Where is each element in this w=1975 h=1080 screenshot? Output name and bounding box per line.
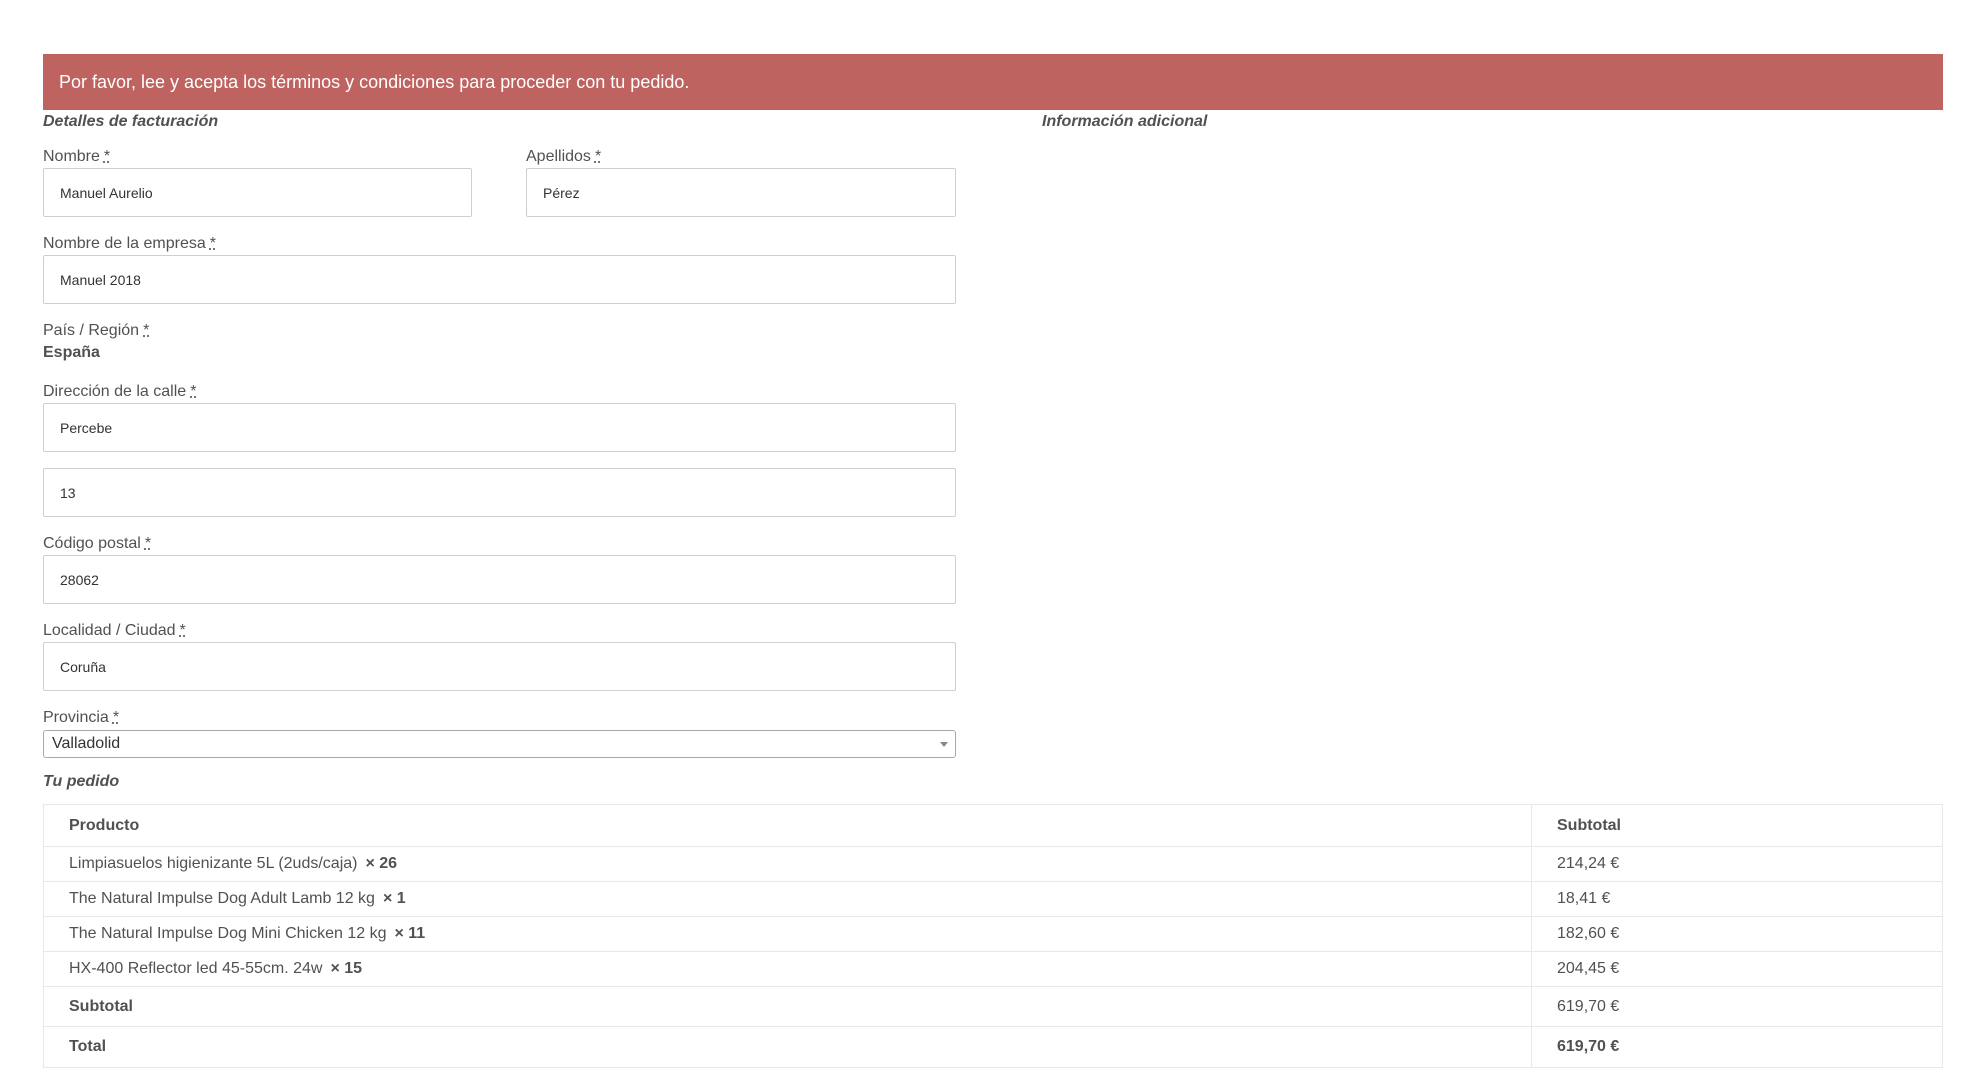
additional-info-title: Información adicional [1042, 113, 1208, 130]
city-label: Localidad / Ciudad * [43, 622, 186, 639]
company-label: Nombre de la empresa * [43, 235, 216, 252]
street-label: Dirección de la calle * [43, 383, 197, 400]
required-mark: * [112, 709, 120, 726]
cart-subtotal-label: Subtotal [43, 986, 1532, 1027]
product-quantity: × 11 [394, 925, 426, 942]
table-row: HX-400 Reflector led 45-55cm. 24w × 15 20… [43, 951, 1943, 987]
province-select[interactable]: Valladolid [43, 730, 956, 758]
table-row: The Natural Impulse Dog Mini Chicken 12 … [43, 916, 1943, 952]
postcode-field[interactable] [43, 555, 956, 604]
order-total-row: Total 619,70 € [43, 1026, 1943, 1068]
first-name-label: Nombre * [43, 148, 111, 165]
product-subtotal: 18,41 € [1531, 881, 1943, 917]
table-row: The Natural Impulse Dog Adult Lamb 12 kg… [43, 881, 1943, 917]
order-review-table: Producto Subtotal Limpiasuelos higieniza… [43, 804, 1943, 1068]
product-cell: HX-400 Reflector led 45-55cm. 24w × 15 [43, 951, 1532, 987]
company-field[interactable] [43, 255, 956, 304]
required-mark: * [179, 622, 186, 639]
cart-subtotal-row: Subtotal 619,70 € [43, 986, 1943, 1027]
street-address-field[interactable] [43, 403, 956, 452]
required-mark: * [143, 322, 150, 339]
country-label: País / Región * [43, 322, 150, 339]
order-total-label: Total [43, 1026, 1532, 1068]
product-cell: The Natural Impulse Dog Adult Lamb 12 kg… [43, 881, 1532, 917]
subtotal-column-header: Subtotal [1531, 804, 1943, 847]
required-mark: * [103, 148, 111, 165]
province-selected-value: Valladolid [52, 735, 121, 752]
table-header-row: Producto Subtotal [43, 804, 1943, 847]
terms-error-notice: Por favor, lee y acepta los términos y c… [43, 54, 1943, 110]
product-quantity: × 15 [330, 960, 363, 977]
product-name: HX-400 Reflector led 45-55cm. 24w [69, 960, 323, 977]
product-cell: The Natural Impulse Dog Mini Chicken 12 … [43, 916, 1532, 952]
required-mark: * [209, 235, 216, 252]
required-mark: * [144, 535, 152, 552]
last-name-label: Apellidos * [526, 148, 602, 165]
table-row: Limpiasuelos higienizante 5L (2uds/caja)… [43, 846, 1943, 882]
billing-details-title: Detalles de facturación [43, 113, 219, 130]
postcode-label: Código postal * [43, 535, 152, 552]
product-column-header: Producto [43, 804, 1532, 847]
order-title: Tu pedido [43, 773, 120, 790]
city-field[interactable] [43, 642, 956, 691]
country-value: España [43, 344, 100, 361]
product-name: Limpiasuelos higienizante 5L (2uds/caja) [69, 855, 358, 872]
checkout-page: Por favor, lee y acepta los términos y c… [0, 0, 1975, 1080]
province-label: Provincia * [43, 709, 120, 726]
product-quantity: × 26 [365, 855, 398, 872]
required-mark: * [190, 383, 197, 400]
first-name-field[interactable] [43, 168, 472, 217]
cart-subtotal-value: 619,70 € [1531, 986, 1943, 1027]
last-name-field[interactable] [526, 168, 956, 217]
product-subtotal: 182,60 € [1531, 916, 1943, 952]
product-subtotal: 214,24 € [1531, 846, 1943, 882]
street-address-line2-field[interactable] [43, 468, 956, 517]
required-mark: * [594, 148, 602, 165]
product-name: The Natural Impulse Dog Adult Lamb 12 kg [69, 890, 375, 907]
order-total-value: 619,70 € [1531, 1026, 1943, 1068]
product-quantity: × 1 [382, 890, 406, 907]
chevron-down-icon [940, 742, 948, 747]
product-cell: Limpiasuelos higienizante 5L (2uds/caja)… [43, 846, 1532, 882]
product-name: The Natural Impulse Dog Mini Chicken 12 … [69, 925, 387, 942]
product-subtotal: 204,45 € [1531, 951, 1943, 987]
